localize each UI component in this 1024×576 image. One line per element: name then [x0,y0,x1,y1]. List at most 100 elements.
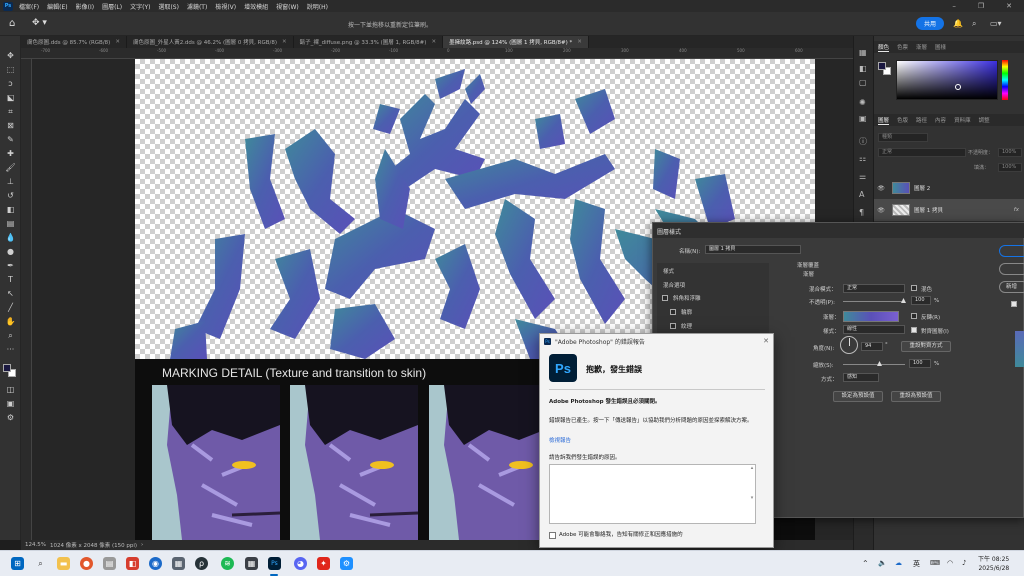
tab-properties[interactable]: 內容 [935,116,946,124]
app-dark-icon[interactable]: ρ [195,557,208,570]
move-icon[interactable]: ✥ [4,50,17,62]
menu-view[interactable]: 檢視(V) [215,2,236,11]
bell-icon[interactable]: 🔔 [953,19,963,28]
close-tab-icon[interactable]: ✕ [431,39,436,45]
close-window-button[interactable]: ✕ [1006,2,1012,10]
healing-brush-icon[interactable]: ✚ [4,148,17,160]
bevel-checkbox[interactable] [662,295,668,301]
texture-checkbox[interactable] [670,323,676,329]
app-red-icon[interactable]: ◧ [126,557,139,570]
calculator-icon[interactable]: ▦ [245,557,258,570]
close-tab-icon[interactable]: ✕ [282,39,287,45]
preview-checkbox[interactable] [1011,301,1017,307]
edit-toolbar-icon[interactable]: ⚙ [4,412,17,424]
input-icon[interactable]: ⌨ [930,559,940,567]
history-icon[interactable]: ▦ [859,48,867,57]
tab-patterns[interactable]: 圖樣 [935,43,946,51]
maximize-button[interactable]: ❐ [978,2,984,10]
scale-slider[interactable] [843,364,905,365]
gradient-preview[interactable] [843,311,899,322]
layer-blend-mode[interactable]: 正常 [878,148,966,157]
menu-window[interactable]: 視窗(W) [276,2,299,11]
menu-file[interactable]: 檔案(F) [19,2,39,11]
tab-document-1[interactable]: 膚色原圖.dds @ 85.7% (RGB/8) ✕ [21,36,127,48]
lasso-icon[interactable]: ↄ [4,78,17,90]
menu-help[interactable]: 說明(H) [307,2,328,11]
menu-edit[interactable]: 編輯(E) [47,2,67,11]
reset-alignment-button[interactable]: 重設對齊方式 [901,341,951,352]
layer-name[interactable]: 圖層 1 拷貝 [914,206,943,214]
ime-indicator[interactable]: 英 [913,559,920,569]
gradient-icon[interactable]: ▤ [4,218,17,230]
layer-kind-filter[interactable]: 種類 [878,133,928,142]
layer-row[interactable]: 👁 圖層 2 [874,177,1024,199]
tab-layers[interactable]: 圖層 [878,116,890,125]
discord-icon[interactable]: ◕ [294,557,307,570]
menu-layer[interactable]: 圖層(L) [102,2,122,11]
eye-icon[interactable]: 👁 [874,185,888,192]
menu-filter[interactable]: 濾鏡(T) [187,2,207,11]
eraser-icon[interactable]: ◧ [4,204,17,216]
tab-document-3[interactable]: 鬍子_裸_diffuse.png @ 33.3% (圖層 1, RGB/8#) ✕ [294,36,444,48]
line-icon[interactable]: ╱ [4,302,17,314]
wifi-icon[interactable]: ◠ [947,559,953,567]
panel-foreground-swatch[interactable] [878,62,886,70]
error-description-textarea[interactable] [549,464,756,524]
sliders-icon[interactable]: ⚌ [859,172,866,181]
frame-icon[interactable]: ⊠ [4,120,17,132]
tab-document-2[interactable]: 膚色原圖_外星人黃2.dds @ 46.2% (圖層 0 拷貝, RGB/8) ✕ [127,36,294,48]
blur-icon[interactable]: 💧 [4,232,17,244]
app-icon[interactable]: ▤ [103,557,116,570]
fx-icon[interactable]: fx [1014,207,1019,213]
tab-libraries[interactable]: 資料庫 [954,116,971,124]
contact-checkbox[interactable] [549,532,556,539]
brush-icon[interactable]: 🖌 [4,162,17,174]
info-panel-icon[interactable]: ◧ [859,64,867,73]
properties-icon[interactable]: ⚏ [859,154,866,163]
new-style-button[interactable]: 新增 [999,281,1024,293]
close-tab-icon[interactable]: ✕ [115,39,120,45]
history-brush-icon[interactable]: ↺ [4,190,17,202]
object-select-icon[interactable]: ⬕ [4,92,17,104]
home-icon[interactable]: ⌂ [9,18,15,29]
adjustments-icon[interactable]: ✺ [859,98,866,107]
opacity-input[interactable]: 100 [911,296,931,305]
foreground-color-swatch[interactable] [3,364,11,372]
align-layer-checkbox[interactable] [911,327,917,333]
textarea-scrollbar[interactable]: ▴ ▾ [748,465,756,523]
color-picker-field[interactable] [896,60,998,100]
styles-icon[interactable]: ▣ [859,114,867,123]
clone-stamp-icon[interactable]: ⊥ [4,176,17,188]
tab-swatches[interactable]: 色票 [897,43,908,51]
tab-adjustments[interactable]: 調整 [979,116,990,124]
windows-start-icon[interactable]: ⊞ [11,557,24,570]
scale-input[interactable]: 100 [909,359,931,368]
angle-dial[interactable] [840,336,858,354]
bevel-emboss-item[interactable]: 斜角和浮雕 [673,294,701,302]
marquee-icon[interactable]: ⬚ [4,64,17,76]
close-icon[interactable]: ✕ [763,337,769,345]
color-picker-handle[interactable] [955,84,961,90]
method-select[interactable]: 感知 [843,373,879,382]
screen-mode-icon[interactable]: ▣ [4,398,17,410]
contour-checkbox[interactable] [670,309,676,315]
app-gray-icon[interactable]: ▦ [172,557,185,570]
tab-color[interactable]: 顏色 [878,43,890,52]
browser-icon[interactable]: ◉ [149,557,162,570]
file-explorer-icon[interactable]: ▬ [57,557,70,570]
close-tab-icon[interactable]: ✕ [577,39,582,45]
hue-slider[interactable] [1002,60,1008,100]
dither-checkbox[interactable] [911,285,917,291]
clock[interactable]: 下午 08:25 2025/6/28 [978,555,1009,573]
menu-plugins[interactable]: 增效模組 [244,2,268,11]
layer-opacity-input[interactable]: 100% [998,148,1022,157]
more-tools-icon[interactable]: ··· [4,344,17,356]
menu-image[interactable]: 影像(I) [76,2,94,11]
style-name-input[interactable]: 圖層 1 拷貝 [705,245,801,254]
character-icon[interactable]: A [859,190,864,199]
share-button[interactable]: 共用 [916,17,944,30]
tab-document-active[interactable]: 墨擁紋路.psd @ 124% (圖層 1 拷貝, RGB/8#) * ✕ [443,36,589,48]
quick-mask-icon[interactable]: ◫ [4,384,17,396]
move-tool-icon[interactable]: ✥ ▾ [32,18,47,28]
ok-button[interactable] [999,245,1024,257]
